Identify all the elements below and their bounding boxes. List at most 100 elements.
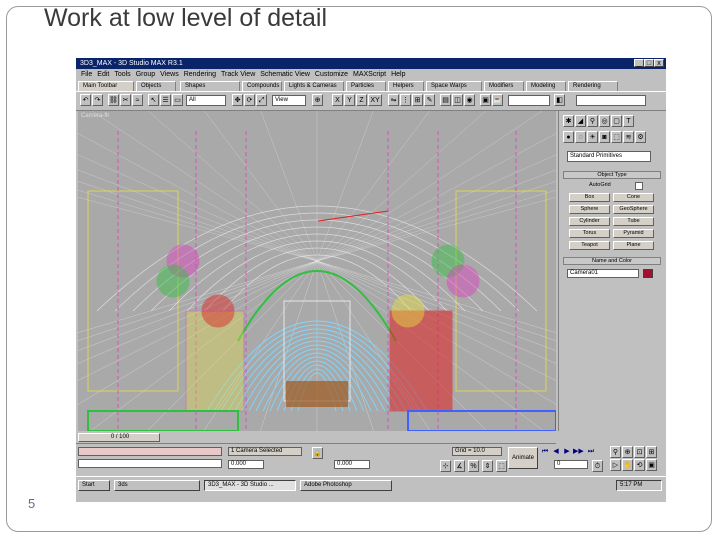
object-name-input[interactable]: Camera01 xyxy=(567,269,639,278)
menu-maxscript[interactable]: MAXScript xyxy=(353,71,386,78)
named-selection-set-dropdown[interactable] xyxy=(576,95,646,106)
zoom-extents-icon[interactable]: ⊡ xyxy=(634,446,645,458)
tab-particles[interactable]: Particles xyxy=(346,81,386,91)
pivot-icon[interactable]: ⊕ xyxy=(312,94,323,106)
utilities-tab-icon[interactable]: T xyxy=(623,115,634,127)
plane-button[interactable]: Plane xyxy=(613,241,654,250)
display-tab-icon[interactable]: ▢ xyxy=(611,115,622,127)
current-frame-field[interactable]: 0 xyxy=(554,460,588,469)
maximize-viewport-icon[interactable]: ▣ xyxy=(646,459,657,471)
tab-modeling[interactable]: Modeling xyxy=(526,81,566,91)
material-editor-icon[interactable]: ◉ xyxy=(464,94,475,106)
tab-shapes[interactable]: Shapes xyxy=(180,81,240,91)
array-icon[interactable]: ⋮ xyxy=(400,94,411,106)
goto-end-icon[interactable]: ⏭ xyxy=(586,447,596,456)
align-icon[interactable]: ⊞ xyxy=(412,94,423,106)
motion-tab-icon[interactable]: ◎ xyxy=(599,115,610,127)
track-view-icon[interactable]: ▤ xyxy=(440,94,451,106)
tube-button[interactable]: Tube xyxy=(613,217,654,226)
tab-space-warps[interactable]: Space Warps xyxy=(426,81,482,91)
tab-modifiers[interactable]: Modifiers xyxy=(484,81,524,91)
pan-icon[interactable]: ✋ xyxy=(622,459,633,471)
region-select-icon[interactable]: ▭ xyxy=(172,94,183,106)
menu-tools[interactable]: Tools xyxy=(114,71,130,78)
object-color-swatch[interactable] xyxy=(643,269,653,278)
tab-helpers[interactable]: Helpers xyxy=(388,81,424,91)
axis-z-button[interactable]: Z xyxy=(356,94,367,106)
selection-filter-dropdown[interactable]: All xyxy=(186,95,226,106)
menu-views[interactable]: Views xyxy=(160,71,179,78)
hierarchy-tab-icon[interactable]: ⚲ xyxy=(587,115,598,127)
menu-group[interactable]: Group xyxy=(136,71,155,78)
axis-xy-button[interactable]: XY xyxy=(368,94,382,106)
torus-button[interactable]: Torus xyxy=(569,229,610,238)
geometry-icon[interactable]: ● xyxy=(563,131,574,143)
start-button[interactable]: Start xyxy=(78,480,110,491)
box-button[interactable]: Box xyxy=(569,193,610,202)
animate-button[interactable]: Animate xyxy=(508,447,538,469)
ref-coord-dropdown[interactable]: View xyxy=(272,95,306,106)
teapot-button[interactable]: Teapot xyxy=(569,241,610,250)
render-type-dropdown[interactable] xyxy=(508,95,550,106)
pyramid-button[interactable]: Pyramid xyxy=(613,229,654,238)
render-scene-icon[interactable]: ▣ xyxy=(480,94,491,106)
coord-z-field[interactable]: 0.000 xyxy=(334,460,370,469)
snap-toggle-icon[interactable]: ⊹ xyxy=(440,460,451,472)
tab-main-toolbar[interactable]: Main Toolbar xyxy=(78,81,134,91)
spinner-snap-icon[interactable]: ⇕ xyxy=(482,460,493,472)
zoom-icon[interactable]: ⚲ xyxy=(610,446,621,458)
shapes-icon[interactable]: ◌ xyxy=(575,131,586,143)
percent-snap-icon[interactable]: % xyxy=(468,460,479,472)
create-tab-icon[interactable]: ✱ xyxy=(563,115,574,127)
space-warps-icon[interactable]: ≋ xyxy=(623,131,634,143)
tab-rendering[interactable]: Rendering xyxy=(568,81,618,91)
window-titlebar[interactable]: 3D3_MAX - 3D Studio MAX R3.1 _ □ x xyxy=(76,58,666,69)
arc-rotate-icon[interactable]: ⟲ xyxy=(634,459,645,471)
angle-snap-icon[interactable]: ∡ xyxy=(454,460,465,472)
link-icon[interactable]: ⛓ xyxy=(108,94,119,106)
goto-start-icon[interactable]: ⏮ xyxy=(540,447,550,456)
select-rotate-icon[interactable]: ⟳ xyxy=(244,94,255,106)
prev-frame-icon[interactable]: ◀ xyxy=(551,447,561,456)
tab-objects[interactable]: Objects xyxy=(136,81,176,91)
name-color-rollout[interactable]: Name and Color xyxy=(563,257,661,265)
taskbar-item-3dsmax[interactable]: 3D3_MAX - 3D Studio ... xyxy=(204,480,296,491)
bind-space-warp-icon[interactable]: ≈ xyxy=(132,94,143,106)
minimize-button[interactable]: _ xyxy=(634,59,644,67)
taskbar-item-photoshop[interactable]: Adobe Photoshop xyxy=(300,480,392,491)
axis-x-button[interactable]: X xyxy=(332,94,343,106)
window-crossing-icon[interactable]: ⬚ xyxy=(496,460,507,472)
menu-edit[interactable]: Edit xyxy=(97,71,109,78)
menu-file[interactable]: File xyxy=(81,71,92,78)
render-last-icon[interactable]: ◧ xyxy=(554,94,565,106)
select-scale-icon[interactable]: ⤢ xyxy=(256,94,267,106)
named-selection-icon[interactable]: ✎ xyxy=(424,94,435,106)
lights-icon[interactable]: ☀ xyxy=(587,131,598,143)
schematic-icon[interactable]: ◫ xyxy=(452,94,463,106)
cameras-icon[interactable]: ◙ xyxy=(599,131,610,143)
autogrid-checkbox[interactable] xyxy=(635,182,643,190)
menu-customize[interactable]: Customize xyxy=(315,71,348,78)
systems-icon[interactable]: ⚙ xyxy=(635,131,646,143)
sphere-button[interactable]: Sphere xyxy=(569,205,610,214)
menu-track-view[interactable]: Track View xyxy=(221,71,255,78)
geosphere-button[interactable]: GeoSphere xyxy=(613,205,654,214)
quick-render-icon[interactable]: ☕ xyxy=(492,94,503,106)
category-dropdown[interactable]: Standard Primitives xyxy=(567,151,651,162)
menu-rendering[interactable]: Rendering xyxy=(184,71,216,78)
unlink-icon[interactable]: ✂ xyxy=(120,94,131,106)
cylinder-button[interactable]: Cylinder xyxy=(569,217,610,226)
coord-x-field[interactable]: 0.000 xyxy=(228,460,264,469)
modify-tab-icon[interactable]: ◢ xyxy=(575,115,586,127)
time-config-icon[interactable]: ⏱ xyxy=(592,460,603,472)
zoom-all-icon[interactable]: ⊕ xyxy=(622,446,633,458)
select-move-icon[interactable]: ✥ xyxy=(232,94,243,106)
lock-selection-icon[interactable]: 🔒 xyxy=(312,447,323,459)
close-button[interactable]: x xyxy=(654,59,664,67)
select-by-name-icon[interactable]: ☰ xyxy=(160,94,171,106)
undo-icon[interactable]: ↶ xyxy=(80,94,91,106)
taskbar-item-3ds[interactable]: 3ds xyxy=(114,480,200,491)
menu-help[interactable]: Help xyxy=(391,71,405,78)
select-icon[interactable]: ↖ xyxy=(148,94,159,106)
tab-lights-cameras[interactable]: Lights & Cameras xyxy=(284,81,344,91)
